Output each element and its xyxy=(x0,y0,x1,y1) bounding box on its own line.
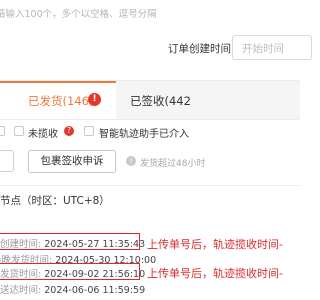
shipping-notice: 发货超过48小时 xyxy=(140,159,206,169)
annotation-ship-time: 上传单号后，轨迹揽收时间- xyxy=(147,267,283,280)
filter-checkbox-partial[interactable] xyxy=(0,126,5,136)
tab-shipped-label: 已发货(146) xyxy=(28,94,94,108)
node-key: 送达时间: xyxy=(0,285,42,296)
section-divider xyxy=(0,185,300,186)
alert-icon: ! xyxy=(88,93,101,106)
order-create-time-label: 订单创建时间 xyxy=(168,43,231,55)
node-row-create-time: 创建时间: 2024-05-27 11:35:43 xyxy=(0,236,145,250)
node-value: 2024-05-27 11:35:43 xyxy=(44,239,146,250)
help-icon[interactable]: ? xyxy=(64,126,74,136)
node-value: 2024-09-02 21:56:10 xyxy=(44,269,146,280)
smart-track-assistant-label: 智能轨迹助手已介入 xyxy=(99,129,189,140)
tab-signed[interactable]: 已签收(442 xyxy=(130,93,191,109)
not-collected-checkbox[interactable] xyxy=(14,126,24,136)
node-row-ship-time: 发货时间: 2024-09-02 21:56:10 xyxy=(0,266,145,280)
search-input-placeholder: 请输入100个，多个以空格、逗号分隔 xyxy=(0,9,157,20)
node-key: 创建时间: xyxy=(0,239,42,250)
select-all-checkbox[interactable] xyxy=(0,150,14,172)
node-key: 发货时间: xyxy=(0,269,42,280)
signing-complaint-button[interactable]: 包裹签收申诉 xyxy=(28,150,116,173)
node-value: 2024-06-06 11:59:59 xyxy=(44,285,146,296)
smart-track-assistant-checkbox[interactable] xyxy=(84,126,94,136)
tabs-divider-bottom xyxy=(0,119,300,120)
start-time-placeholder: 开始时间 xyxy=(242,43,284,55)
node-row-delivery-time: 送达时间: 2024-06-06 11:59:59 xyxy=(0,282,145,296)
nodes-title: 节点（时区：UTC+8） xyxy=(0,195,110,207)
info-icon: ! xyxy=(126,156,136,166)
not-collected-label: 未揽收 xyxy=(28,129,58,140)
annotation-create-time: 上传单号后，轨迹揽收时间- xyxy=(147,238,283,251)
